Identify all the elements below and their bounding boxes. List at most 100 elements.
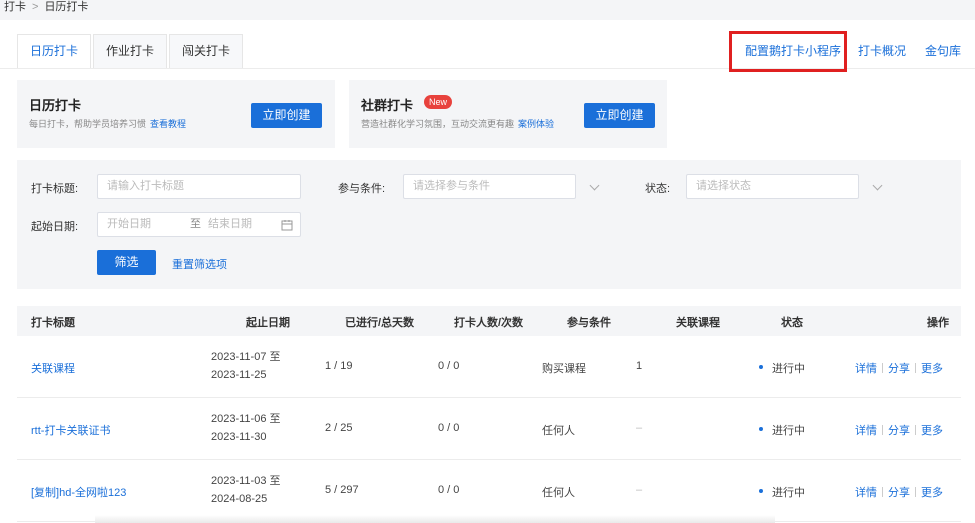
row-progress: 1 / 19: [325, 360, 353, 372]
create-calendar-button[interactable]: 立即创建: [251, 103, 322, 128]
tab-calendar-checkin[interactable]: 日历打卡: [17, 34, 92, 69]
detail-link[interactable]: 详情: [855, 487, 877, 499]
calendar-icon: [281, 220, 293, 231]
config-mini-program-link[interactable]: 配置鹅打卡小程序: [745, 42, 841, 62]
chevron-down-icon[interactable]: [589, 180, 600, 191]
scroll-shadow: [95, 515, 775, 523]
card-title: 日历打卡: [29, 98, 82, 113]
status-filter-label: 状态:: [645, 183, 671, 195]
create-group-button[interactable]: 立即创建: [584, 103, 655, 128]
row-end-date: 2023-11-30: [211, 431, 267, 443]
header-progress: 已进行/总天数: [345, 317, 415, 329]
more-link[interactable]: 更多: [921, 425, 943, 437]
breadcrumb-current: 日历打卡: [44, 1, 89, 13]
row-count: 0 / 0: [438, 360, 460, 372]
tab-level-checkin[interactable]: 闯关打卡: [169, 34, 244, 69]
breadcrumb-separator: >: [32, 1, 39, 13]
checkin-overview-link[interactable]: 打卡概况: [858, 42, 906, 62]
filter-button[interactable]: 筛选: [97, 250, 156, 275]
row-ops: 详情 分享 更多: [855, 422, 943, 438]
table-row: rtt-打卡关联证书 2023-11-06 至 2023-11-30 2 / 25…: [17, 398, 961, 460]
card-desc-text: 每日打卡，帮助学员培养习惯: [29, 119, 147, 129]
card-desc: 每日打卡，帮助学员培养习惯 查看教程: [29, 117, 186, 130]
status-dot-icon: [759, 365, 763, 369]
ops-divider: [915, 425, 916, 435]
date-range-to: 至: [190, 218, 201, 230]
row-start-date: 2023-11-03 至: [211, 475, 281, 487]
row-condition: 任何人: [542, 425, 575, 437]
detail-link[interactable]: 详情: [855, 363, 877, 375]
row-dates: 2023-11-03 至 2024-08-25: [211, 472, 281, 508]
header-title: 打卡标题: [31, 317, 75, 329]
ops-divider: [882, 425, 883, 435]
header-dates: 起止日期: [246, 317, 290, 329]
tab-homework-checkin[interactable]: 作业打卡: [93, 34, 168, 69]
ops-divider: [882, 487, 883, 497]
row-dates: 2023-11-06 至 2023-11-30: [211, 410, 281, 446]
ops-divider: [915, 487, 916, 497]
card-desc-text: 营造社群化学习氛围，互动交流更有趣: [361, 119, 515, 129]
row-start-date: 2023-11-06 至: [211, 413, 281, 425]
start-date-placeholder: 开始日期: [107, 218, 151, 230]
end-date-placeholder: 结束日期: [208, 218, 252, 230]
status-select[interactable]: 请选择状态: [686, 174, 859, 199]
calendar-checkin-card: 日历打卡 每日打卡，帮助学员培养习惯 查看教程 立即创建: [17, 80, 335, 148]
row-end-date: 2023-11-25: [211, 369, 267, 381]
main-panel: 日历打卡 作业打卡 闯关打卡 配置鹅打卡小程序 打卡概况 金句库 日历打卡 每日…: [0, 20, 975, 523]
more-link[interactable]: 更多: [921, 487, 943, 499]
card-title: 社群打卡: [361, 98, 414, 113]
ops-divider: [915, 363, 916, 373]
view-tutorial-link[interactable]: 查看教程: [150, 119, 186, 129]
breadcrumb: 打卡 > 日历打卡: [4, 0, 88, 16]
row-progress: 5 / 297: [325, 484, 359, 496]
quote-library-link[interactable]: 金句库: [925, 42, 961, 62]
row-start-date: 2023-11-07 至: [211, 351, 281, 363]
share-link[interactable]: 分享: [888, 425, 910, 437]
table-row: 关联课程 2023-11-07 至 2023-11-25 1 / 19 0 / 0…: [17, 336, 961, 398]
header-status: 状态: [781, 317, 803, 329]
row-status: 进行中: [772, 487, 805, 499]
detail-link[interactable]: 详情: [855, 425, 877, 437]
share-link[interactable]: 分享: [888, 363, 910, 375]
row-end-date: 2024-08-25: [211, 493, 268, 505]
row-count: 0 / 0: [438, 484, 460, 496]
share-link[interactable]: 分享: [888, 487, 910, 499]
row-ops: 详情 分享 更多: [855, 484, 943, 500]
tab-bar: 日历打卡 作业打卡 闯关打卡: [17, 34, 245, 69]
reset-filter-link[interactable]: 重置筛选项: [172, 256, 227, 272]
title-filter-label: 打卡标题:: [31, 183, 79, 195]
date-filter-label: 起始日期:: [31, 221, 79, 233]
row-course: –: [636, 422, 643, 434]
row-course: 1: [636, 360, 643, 372]
row-status: 进行中: [772, 363, 805, 375]
condition-select[interactable]: 请选择参与条件: [403, 174, 576, 199]
breadcrumb-parent[interactable]: 打卡: [4, 1, 26, 13]
group-checkin-card: 社群打卡 New 营造社群化学习氛围，互动交流更有趣 案例体验 立即创建: [349, 80, 667, 148]
row-status: 进行中: [772, 425, 805, 437]
status-dot-icon: [759, 489, 763, 493]
header-condition: 参与条件: [567, 317, 611, 329]
status-dot-icon: [759, 427, 763, 431]
card-desc: 营造社群化学习氛围，互动交流更有趣 案例体验: [361, 117, 554, 130]
header-ops: 操作: [927, 317, 949, 329]
row-condition: 任何人: [542, 487, 575, 499]
row-progress: 2 / 25: [325, 422, 353, 434]
header-course: 关联课程: [676, 317, 720, 329]
table-row: [复制]hd-全网啦123 2023-11-03 至 2024-08-25 5 /…: [17, 460, 961, 522]
chevron-down-icon[interactable]: [872, 180, 883, 191]
more-link[interactable]: 更多: [921, 363, 943, 375]
date-range-input[interactable]: 开始日期 至 结束日期: [97, 212, 301, 237]
row-course: –: [636, 484, 643, 496]
title-filter-input[interactable]: 请输入打卡标题: [97, 174, 301, 199]
row-count: 0 / 0: [438, 422, 460, 434]
row-title-link[interactable]: [复制]hd-全网啦123: [31, 484, 126, 500]
case-experience-link[interactable]: 案例体验: [518, 119, 554, 129]
row-title-link[interactable]: rtt-打卡关联证书: [31, 422, 110, 438]
ops-divider: [882, 363, 883, 373]
filter-panel: 打卡标题: 请输入打卡标题 参与条件: 请选择参与条件 状态: 请选择状态 起始…: [17, 160, 961, 289]
row-condition: 购买课程: [542, 363, 586, 375]
header-count: 打卡人数/次数: [454, 317, 524, 329]
new-badge: New: [424, 95, 453, 109]
row-title-link[interactable]: 关联课程: [31, 360, 75, 376]
row-dates: 2023-11-07 至 2023-11-25: [211, 348, 281, 384]
